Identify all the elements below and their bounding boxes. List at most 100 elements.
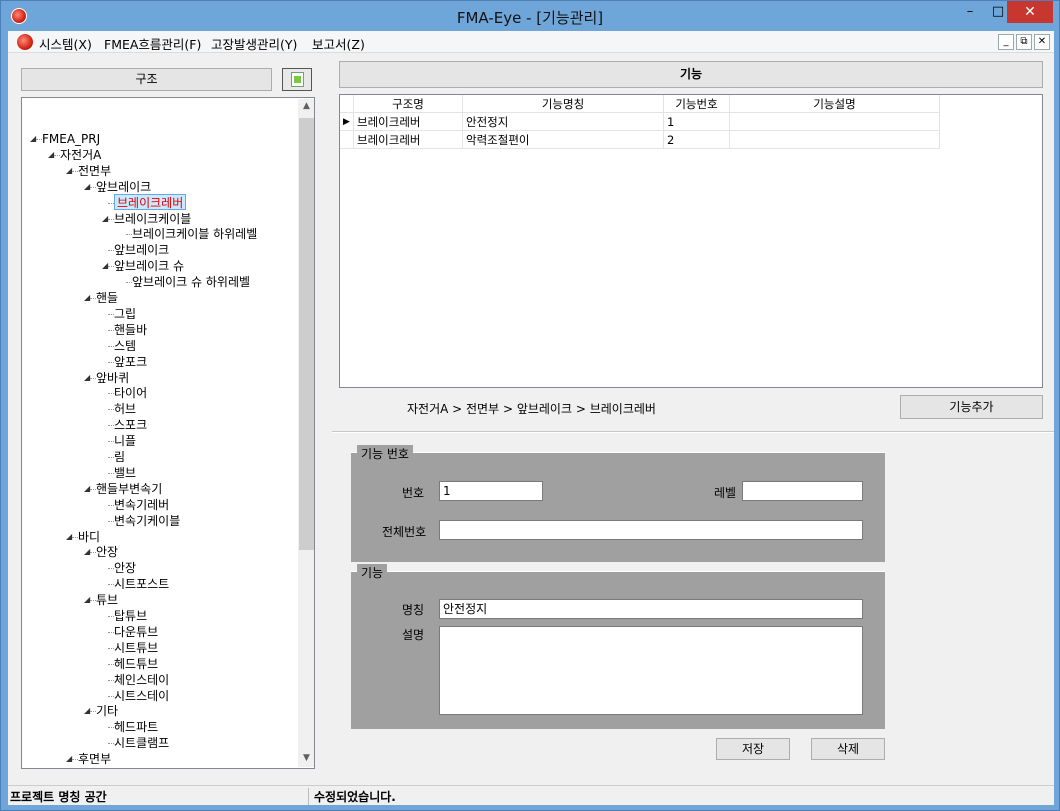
tree-node[interactable]: 브레이크케이블 하위레벨 <box>132 226 257 242</box>
splitter[interactable] <box>332 431 1054 433</box>
tree-node[interactable]: 튜브 <box>96 592 118 608</box>
tree-node[interactable]: 니플 <box>114 433 136 449</box>
tree-node[interactable]: 앞브레이크 <box>114 242 169 258</box>
tree-node[interactable]: 헤드파트 <box>114 719 158 735</box>
tree-node[interactable]: 허브 <box>114 401 136 417</box>
tree-node[interactable]: 핸들 <box>96 290 118 306</box>
grid-cell: 브레이크레버 <box>354 131 463 149</box>
level-field[interactable] <box>742 481 863 501</box>
status-bar: 프로젝트 명칭 공간 수정되었습니다. <box>8 785 1054 805</box>
tree-scrollbar[interactable]: ▲ ▼ <box>298 99 314 767</box>
tree-node[interactable]: 시트포스트 <box>114 576 169 592</box>
tree-node[interactable]: 림 <box>114 449 125 465</box>
menu-report[interactable]: 보고서(Z) <box>312 34 365 53</box>
mdi-restore-button[interactable]: ⧉ <box>1016 34 1032 50</box>
tree-node[interactable]: 자전거A <box>60 147 101 163</box>
tree-node[interactable]: 탑튜브 <box>114 608 147 624</box>
status-project-name: 프로젝트 명칭 공간 <box>10 790 107 804</box>
tree-node[interactable]: 앞바퀴 <box>96 370 129 386</box>
save-button[interactable]: 저장 <box>716 738 790 760</box>
grid-cell: 2 <box>664 131 730 149</box>
function-grid[interactable]: 구조명 기능명칭 기능번호 기능설명 ▶ 브레이크레버 안전정지 1 브레이크레버 악력조절편이 2 <box>339 94 1043 388</box>
total-number-label: 전체번호 <box>382 525 427 539</box>
level-label: 레벨 <box>714 486 737 500</box>
tree-node[interactable]: 브레이크케이블 <box>114 211 191 227</box>
tree-node[interactable]: 그립 <box>114 306 136 322</box>
grid-cell <box>730 131 940 149</box>
tree-node[interactable]: 바디 <box>78 529 100 545</box>
tree-node[interactable]: 안장 <box>114 560 136 576</box>
grid-header-cell[interactable]: 구조명 <box>354 95 463 113</box>
function-header: 기능 <box>339 61 1043 88</box>
function-group: 기능 명칭 안전정지 설명 <box>351 564 885 729</box>
tree-expander-icon[interactable]: ◢ <box>84 767 90 768</box>
grid-header-cell[interactable]: 기능명칭 <box>463 95 664 113</box>
menu-app-icon[interactable] <box>17 34 33 50</box>
tree-node[interactable]: 핸들부변속기 <box>96 481 162 497</box>
mdi-close-button[interactable]: ✕ <box>1034 34 1050 50</box>
tree-node[interactable]: 핸들바 <box>114 322 147 338</box>
tree-node[interactable]: 다운튜브 <box>114 624 158 640</box>
name-label: 명칭 <box>402 603 425 617</box>
add-function-button[interactable]: 기능추가 <box>900 395 1043 419</box>
tree-node[interactable]: 변속기케이블 <box>114 513 180 529</box>
tree-node[interactable]: 체인스테이 <box>114 672 169 688</box>
tree-node[interactable]: FMEA_PRJ <box>42 131 100 147</box>
tree-node[interactable]: 헤드튜브 <box>114 656 158 672</box>
group-line <box>351 571 885 577</box>
grid-cell: 1 <box>664 113 730 131</box>
window-title: FMA-Eye - [기능관리] <box>456 9 604 27</box>
total-number-field[interactable] <box>439 520 863 540</box>
delete-button[interactable]: 삭제 <box>811 738 885 760</box>
tree-node[interactable]: 변속기레버 <box>114 497 169 513</box>
status-message: 수정되었습니다. <box>308 788 396 805</box>
close-button[interactable]: ✕ <box>1007 1 1053 23</box>
tree-node[interactable]: 앞포크 <box>114 354 147 370</box>
tree-node[interactable]: 전면부 <box>78 163 111 179</box>
name-field[interactable]: 안전정지 <box>439 599 863 619</box>
tree-node[interactable]: 안장 <box>96 544 118 560</box>
tree-node[interactable]: 앞브레이크 슈 하위레벨 <box>132 274 250 290</box>
scroll-up-icon[interactable]: ▲ <box>298 101 314 111</box>
description-field[interactable] <box>439 626 863 715</box>
tree-node[interactable]: 스템 <box>114 338 136 354</box>
menu-fmea-flow[interactable]: FMEA흐름관리(F) <box>104 34 201 53</box>
document-button[interactable] <box>282 68 312 91</box>
scroll-thumb[interactable] <box>299 118 314 550</box>
breadcrumb: 자전거A > 전면부 > 앞브레이크 > 브레이크레버 <box>407 402 656 416</box>
tree-node[interactable]: 앞브레이크 슈 <box>114 258 184 274</box>
tree-node[interactable]: 시트튜브 <box>114 640 158 656</box>
structure-button[interactable]: 구조 <box>21 68 272 91</box>
group-caption: 기능 <box>357 564 388 581</box>
tree-node[interactable]: 스포크 <box>114 417 147 433</box>
mdi-minimize-button[interactable]: _ <box>998 34 1014 50</box>
menu-failure[interactable]: 고장발생관리(Y) <box>211 34 297 53</box>
grid-header-cell[interactable]: 기능설명 <box>730 95 940 113</box>
tree-node[interactable]: 후면부 <box>78 751 111 767</box>
grid-cell: 브레이크레버 <box>354 113 463 131</box>
tree-node[interactable]: 기타 <box>96 703 118 719</box>
tree-node[interactable]: 밸브 <box>114 465 136 481</box>
structure-tree[interactable]: ◢ FMEA_PRJ ◢ 자전거A ◢ 전면부 ◢ 앞브레이크 브레이크레버 ◢ 브레이크케이블 브레… <box>21 97 315 769</box>
tree-node[interactable]: 타이어 <box>114 385 147 401</box>
menu-system[interactable]: 시스템(X) <box>39 34 92 53</box>
group-line <box>351 452 885 458</box>
number-label: 번호 <box>402 486 425 500</box>
minimize-button[interactable]: – <box>956 1 984 23</box>
tree-node[interactable]: 앞브레이크 <box>96 179 151 195</box>
scroll-down-icon[interactable]: ▼ <box>298 753 314 763</box>
client-area: 시스템(X) FMEA흐름관리(F) 고장발생관리(Y) 보고서(Z) _ ⧉ … <box>8 31 1054 805</box>
grid-cell: 안전정지 <box>463 113 664 131</box>
grid-header-cell[interactable]: 기능번호 <box>664 95 730 113</box>
number-field[interactable]: 1 <box>439 481 543 501</box>
function-number-group: 기능 번호 번호 1 레벨 전체번호 <box>351 445 885 562</box>
tree-node[interactable]: 시트스테이 <box>114 688 169 704</box>
tree-node[interactable]: 페달부 <box>96 767 129 768</box>
menu-bar: 시스템(X) FMEA흐름관리(F) 고장발생관리(Y) 보고서(Z) _ ⧉ … <box>8 31 1054 53</box>
row-indicator: ▶ <box>340 113 354 131</box>
grid-cell <box>730 113 940 131</box>
app-window: FMA-Eye - [기능관리] – □ ✕ 시스템(X) FMEA흐름관리(F… <box>0 0 1060 811</box>
tree-node[interactable]: 시트클램프 <box>114 735 169 751</box>
tree-node[interactable]: 브레이크레버 <box>114 193 187 210</box>
grid-corner <box>340 95 354 113</box>
